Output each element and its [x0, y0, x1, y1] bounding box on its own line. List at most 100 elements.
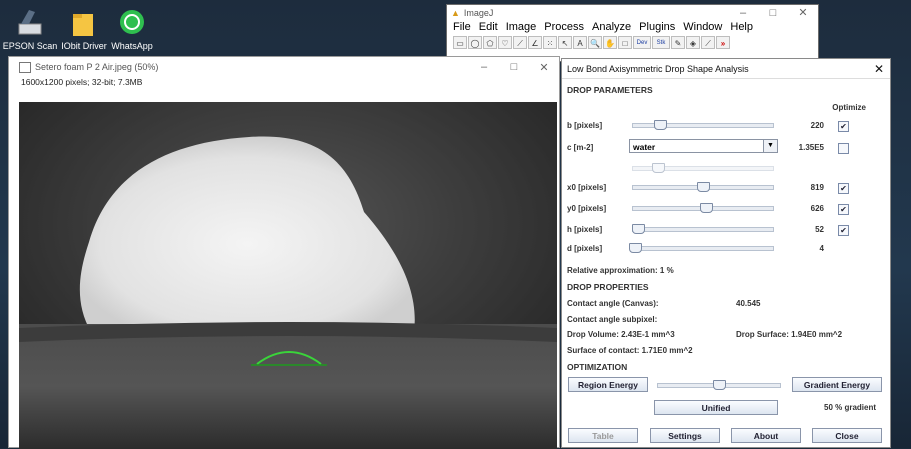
more-tools-icon[interactable]: »	[716, 36, 730, 49]
slider-b[interactable]	[632, 120, 774, 130]
dialog-titlebar[interactable]: Low Bond Axisymmetric Drop Shape Analysi…	[562, 59, 890, 79]
desktop-icon-label: EPSON Scan	[2, 41, 58, 51]
gradient-energy-button[interactable]: Gradient Energy	[792, 377, 882, 392]
relative-approximation: Relative approximation: 1 %	[567, 266, 674, 275]
optimize-x0-checkbox[interactable]: ✔	[838, 183, 849, 194]
image-window-icon	[19, 61, 31, 73]
liquid-select-value: water	[633, 142, 656, 152]
imagej-title: ImageJ	[463, 7, 494, 18]
drop-properties-heading: DROP PROPERTIES	[567, 282, 649, 292]
param-label-b: b [pixels]	[567, 121, 603, 130]
param-label-c: c [m-2]	[567, 143, 594, 152]
hand-tool-icon[interactable]: ✋	[603, 36, 617, 49]
close-button[interactable]: Close	[812, 428, 882, 443]
whatsapp-icon	[117, 8, 147, 38]
param-label-d: d [pixels]	[567, 244, 603, 253]
lbadsa-dialog: Low Bond Axisymmetric Drop Shape Analysi…	[561, 58, 891, 448]
desktop-icon-label: WhatsApp	[111, 41, 153, 51]
minimize-button[interactable]: –	[728, 7, 758, 19]
settings-button[interactable]: Settings	[650, 428, 720, 443]
menu-file[interactable]: File	[453, 21, 471, 33]
dev-tool-icon[interactable]: Dev	[633, 36, 651, 49]
region-energy-button[interactable]: Region Energy	[568, 377, 648, 392]
folder-icon	[69, 8, 99, 38]
value-x0: 819	[810, 183, 824, 192]
magnifier-tool-icon[interactable]: 🔍	[588, 36, 602, 49]
slider-y0[interactable]	[632, 203, 774, 213]
chevron-down-icon: ▼	[763, 140, 777, 152]
table-button[interactable]: Table	[568, 428, 638, 443]
value-c: 1.35E5	[798, 143, 824, 152]
dialog-title: Low Bond Axisymmetric Drop Shape Analysi…	[567, 63, 749, 74]
angle-tool-icon[interactable]: ∠	[528, 36, 542, 49]
param-label-x0: x0 [pixels]	[567, 183, 607, 192]
param-label-y0: y0 [pixels]	[567, 204, 607, 213]
optimize-label: Optimize	[832, 103, 866, 112]
maximize-button[interactable]: □	[758, 7, 788, 19]
color-picker-tool-icon[interactable]: □	[618, 36, 632, 49]
flood-fill-tool-icon[interactable]: ◈	[686, 36, 700, 49]
optimization-slider[interactable]	[657, 380, 781, 390]
menu-process[interactable]: Process	[544, 21, 584, 33]
value-y0: 626	[810, 204, 824, 213]
drop-surface: Drop Surface: 1.94E0 mm^2	[736, 330, 843, 339]
gradient-percentage: 50 % gradient	[824, 403, 877, 412]
optimization-heading: OPTIMIZATION	[567, 362, 628, 372]
image-window: Setero foam P 2 Air.jpeg (50%) – □ ✕ 160…	[8, 56, 560, 449]
menu-analyze[interactable]: Analyze	[592, 21, 631, 33]
menu-help[interactable]: Help	[730, 21, 753, 33]
slider-x0[interactable]	[632, 182, 774, 192]
about-button[interactable]: About	[731, 428, 801, 443]
slider-h[interactable]	[631, 224, 774, 234]
maximize-button[interactable]: □	[499, 61, 529, 73]
desktop-icon-label: IObit Driver	[61, 41, 107, 51]
optimize-b-checkbox[interactable]: ✔	[838, 121, 849, 132]
unified-button[interactable]: Unified	[654, 400, 778, 415]
image-canvas[interactable]	[19, 102, 557, 449]
menu-window[interactable]: Window	[683, 21, 722, 33]
point-tool-icon[interactable]: ⁙	[543, 36, 557, 49]
image-info: 1600x1200 pixels; 32-bit; 7.3MB	[21, 77, 143, 87]
imagej-titlebar[interactable]: ▲ ImageJ – □ ✕	[447, 5, 818, 20]
contact-angle-value: 40.545	[736, 299, 761, 308]
optimize-h-checkbox[interactable]: ✔	[838, 225, 849, 236]
imagej-window: ▲ ImageJ – □ ✕ File Edit Image Process A…	[446, 4, 819, 62]
oval-tool-icon[interactable]: ◯	[468, 36, 482, 49]
wand-tool-icon[interactable]: ↖	[558, 36, 572, 49]
slider-c[interactable]	[632, 163, 774, 173]
desktop-icon-epson[interactable]: EPSON Scan	[2, 8, 58, 51]
text-tool-icon[interactable]: A	[573, 36, 587, 49]
image-title: Setero foam P 2 Air.jpeg (50%)	[35, 62, 159, 72]
arrow-tool-icon[interactable]: ⟋	[701, 36, 715, 49]
line-tool-icon[interactable]: ⟋	[513, 36, 527, 49]
drop-volume: Drop Volume: 2.43E-1 mm^3	[567, 330, 675, 339]
minimize-button[interactable]: –	[469, 61, 499, 73]
polygon-tool-icon[interactable]: ⬠	[483, 36, 497, 49]
close-button[interactable]: ✕	[529, 61, 559, 74]
imagej-microscope-icon: ▲	[451, 7, 460, 18]
freehand-tool-icon[interactable]: ♡	[498, 36, 512, 49]
drop-parameters-heading: DROP PARAMETERS	[567, 85, 653, 95]
rectangle-tool-icon[interactable]: ▭	[453, 36, 467, 49]
optimize-c-checkbox[interactable]	[838, 143, 849, 154]
value-b: 220	[810, 121, 824, 130]
imagej-toolbar: ▭ ◯ ⬠ ♡ ⟋ ∠ ⁙ ↖ A 🔍 ✋ □ Dev Stk ✎ ◈ ⟋ »	[447, 34, 818, 51]
close-button[interactable]: ✕	[788, 6, 818, 19]
optimize-y0-checkbox[interactable]: ✔	[838, 204, 849, 215]
dialog-close-icon[interactable]: ✕	[868, 62, 890, 76]
drop-photo	[19, 102, 557, 449]
slider-d[interactable]	[628, 243, 774, 253]
scanner-icon	[15, 8, 45, 38]
desktop-icon-whatsapp[interactable]: WhatsApp	[104, 8, 160, 51]
value-d: 4	[819, 244, 824, 253]
menu-plugins[interactable]: Plugins	[639, 21, 675, 33]
param-label-h: h [pixels]	[567, 225, 603, 234]
imagej-menubar: File Edit Image Process Analyze Plugins …	[447, 20, 818, 34]
menu-edit[interactable]: Edit	[479, 21, 498, 33]
image-titlebar[interactable]: Setero foam P 2 Air.jpeg (50%) – □ ✕	[9, 57, 559, 77]
value-h: 52	[815, 225, 824, 234]
stack-tool-icon[interactable]: Stk	[652, 36, 670, 49]
menu-image[interactable]: Image	[506, 21, 537, 33]
brush-tool-icon[interactable]: ✎	[671, 36, 685, 49]
liquid-select[interactable]: water ▼	[629, 139, 778, 153]
